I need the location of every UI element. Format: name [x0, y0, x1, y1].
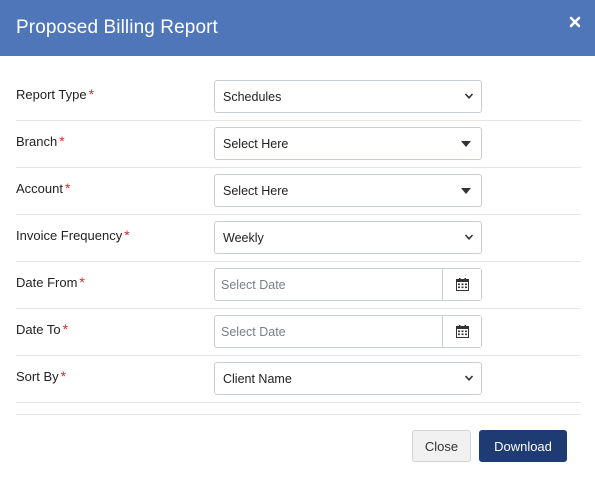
chevron-down-icon [464, 234, 474, 240]
close-button[interactable]: Close [412, 430, 471, 462]
account-label: Account * [16, 180, 71, 196]
form-row-report-type: Report Type * Schedules [16, 74, 581, 121]
modal-title: Proposed Billing Report [16, 17, 218, 38]
form-row-date-from: Date From * Select Date [16, 262, 581, 309]
required-marker: * [62, 321, 69, 337]
form-row-branch: Branch * Select Here [16, 121, 581, 168]
required-marker: * [124, 227, 130, 243]
calendar-icon [456, 325, 469, 338]
required-marker: * [88, 86, 95, 102]
report-type-value: Schedules [223, 90, 282, 104]
modal-header: Proposed Billing Report [0, 0, 595, 56]
download-button[interactable]: Download [479, 430, 567, 462]
proposed-billing-report-modal: Proposed Billing Report Report Type * Sch… [0, 0, 595, 490]
invoice-frequency-label: Invoice Frequency * [16, 227, 130, 243]
sort-by-select[interactable]: Client Name [214, 362, 482, 395]
form-row-sort-by: Sort By * Client Name [16, 356, 581, 403]
date-to-input[interactable]: Select Date [214, 315, 482, 348]
date-to-calendar-button[interactable] [442, 316, 481, 347]
sort-by-label: Sort By * [16, 368, 67, 384]
account-value: Select Here [223, 184, 289, 198]
date-from-label: Date From * [16, 274, 85, 290]
branch-dropdown[interactable]: Select Here [214, 127, 482, 160]
caret-down-icon [461, 141, 471, 147]
branch-label: Branch * [16, 133, 65, 149]
invoice-frequency-value: Weekly [223, 231, 264, 245]
branch-value: Select Here [223, 137, 289, 151]
date-from-placeholder: Select Date [221, 278, 286, 292]
caret-down-icon [461, 188, 471, 194]
report-type-label: Report Type * [16, 86, 95, 102]
invoice-frequency-select[interactable]: Weekly [214, 221, 482, 254]
chevron-down-icon [464, 375, 474, 381]
required-marker: * [79, 274, 85, 290]
form-row-date-to: Date To * Select Date [16, 309, 581, 356]
form-row-account: Account * Select Here [16, 168, 581, 215]
required-marker: * [60, 368, 67, 384]
date-from-input[interactable]: Select Date [214, 268, 482, 301]
calendar-icon [456, 278, 469, 291]
date-from-calendar-button[interactable] [442, 269, 481, 300]
form-row-invoice-frequency: Invoice Frequency * Weekly [16, 215, 581, 262]
required-marker: * [59, 133, 65, 149]
footer-divider [16, 414, 581, 415]
report-type-select[interactable]: Schedules [214, 80, 482, 113]
date-to-placeholder: Select Date [221, 325, 286, 339]
chevron-down-icon [464, 93, 474, 99]
account-dropdown[interactable]: Select Here [214, 174, 482, 207]
close-icon[interactable] [569, 15, 581, 29]
sort-by-value: Client Name [223, 372, 292, 386]
date-to-label: Date To * [16, 321, 69, 337]
required-marker: * [64, 180, 71, 196]
